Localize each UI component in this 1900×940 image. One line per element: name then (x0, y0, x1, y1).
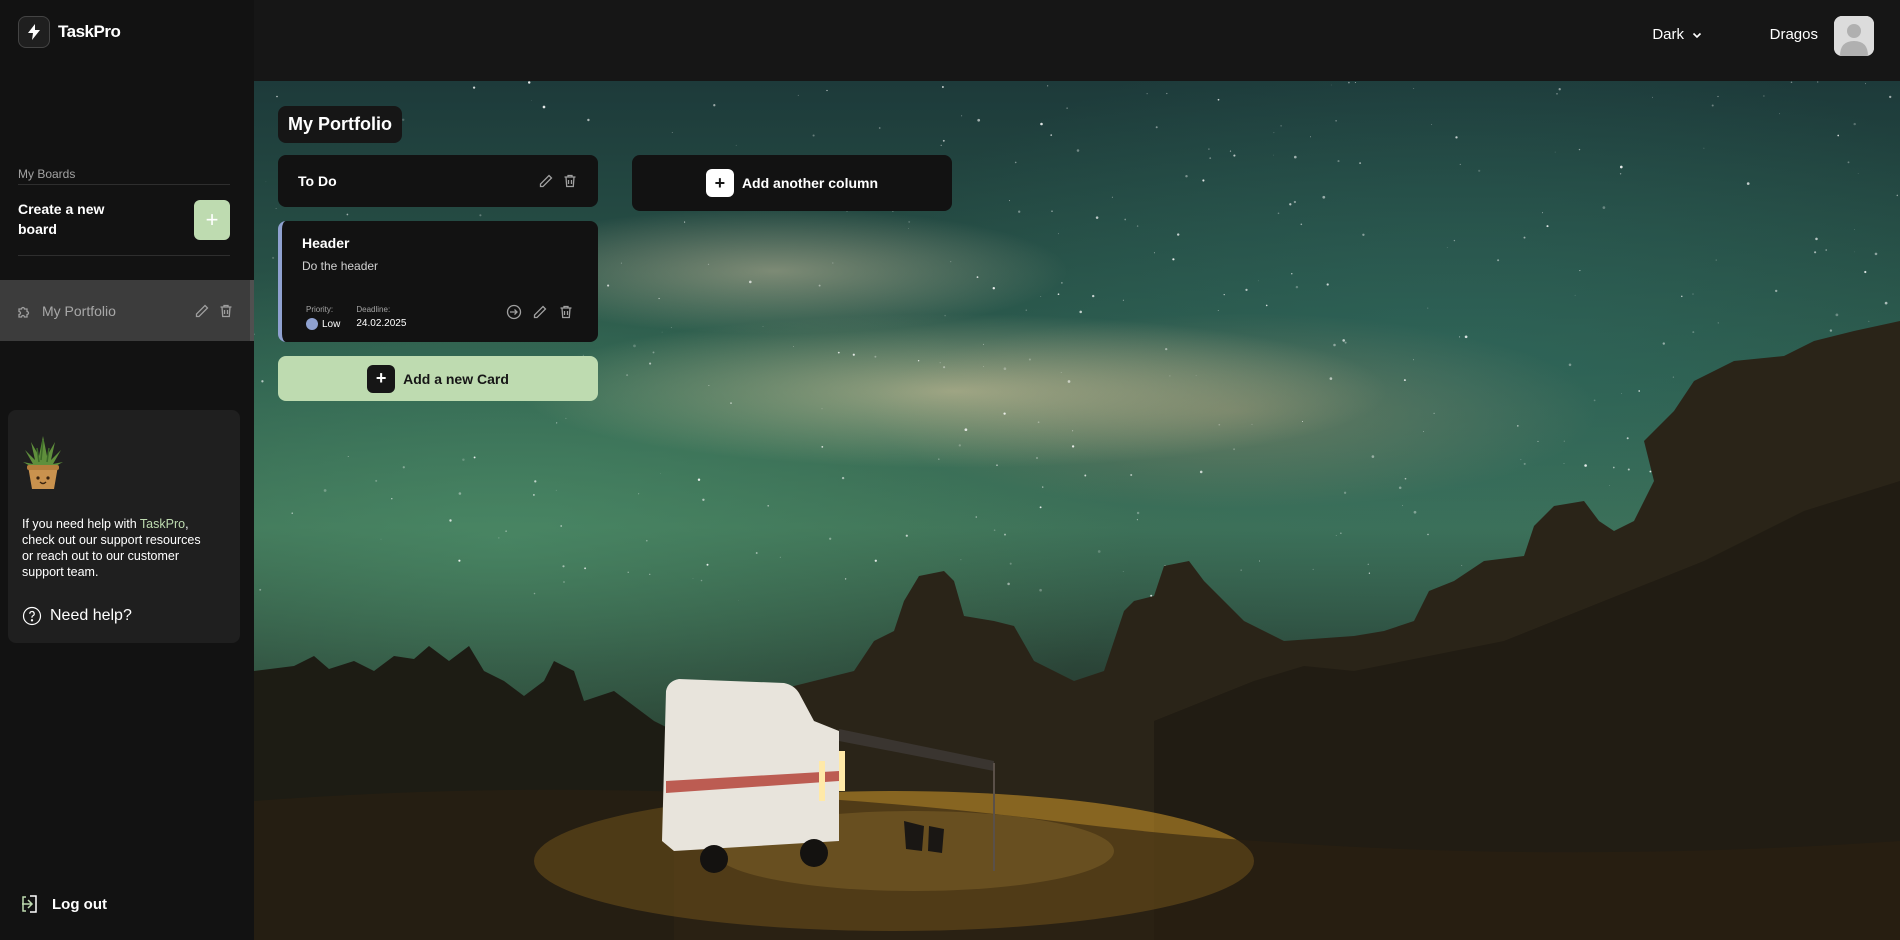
create-board-button[interactable]: + (194, 200, 230, 240)
task-card[interactable]: Header Do the header Priority: Low Deadl… (278, 221, 598, 342)
add-column-label: Add another column (741, 175, 879, 191)
add-column-button[interactable]: + Add another column (632, 155, 952, 211)
plus-icon: + (705, 169, 734, 197)
help-box: If you need help with TaskPro, check out… (8, 410, 240, 643)
help-text: If you need help with TaskPro, check out… (22, 517, 201, 579)
card-priority: Priority: Low (306, 305, 340, 330)
card-meta: Priority: Low Deadline: 24.02.2025 (306, 305, 406, 330)
column-header: To Do (278, 155, 598, 207)
taskpro-link[interactable]: TaskPro (140, 517, 185, 531)
divider (18, 184, 230, 185)
cactus-icon (22, 436, 64, 494)
create-board-label: Create a new board (18, 201, 105, 237)
app-name: TaskPro (58, 22, 121, 41)
my-boards-label: My Boards (18, 167, 76, 181)
help-circle-icon (22, 606, 42, 626)
sidebar-item-my-portfolio[interactable]: My Portfolio (0, 280, 254, 341)
sidebar: TaskPro My Boards Create a new board + M… (0, 0, 254, 940)
card-title: Header (302, 235, 350, 251)
need-help-label: Need help? (50, 607, 132, 624)
logout-icon (18, 893, 40, 915)
need-help-button[interactable]: Need help? (22, 606, 132, 626)
priority-dot (306, 318, 318, 330)
priority-value: Low (322, 318, 341, 330)
app-logo[interactable]: TaskPro (18, 16, 121, 48)
deadline-value: 24.02.2025 (356, 318, 407, 329)
board-area: My Portfolio To Do Header Do the header … (254, 81, 1900, 940)
plus-icon: + (367, 364, 396, 393)
divider (18, 255, 230, 256)
trash-icon[interactable] (558, 304, 574, 320)
user-name: Dragos (1769, 26, 1818, 43)
puzzle-icon (16, 303, 32, 319)
top-header: Dark Dragos (254, 0, 1900, 81)
lightning-icon (18, 16, 50, 48)
column-to-do: To Do Header Do the header Priority: Low (278, 155, 598, 401)
add-card-button[interactable]: + Add a new Card (278, 356, 598, 401)
logout-label: Log out (52, 895, 107, 913)
column-title: To Do (298, 173, 337, 189)
add-card-label: Add a new Card (403, 370, 509, 387)
deadline-label: Deadline: (356, 305, 391, 314)
trash-icon[interactable] (218, 303, 234, 319)
avatar[interactable] (1834, 16, 1874, 56)
move-card-icon[interactable] (506, 304, 522, 320)
board-title: My Portfolio (278, 106, 402, 143)
priority-label: Priority: (306, 305, 334, 314)
logout-button[interactable]: Log out (18, 893, 107, 915)
board-name: My Portfolio (42, 302, 116, 319)
pencil-icon[interactable] (194, 303, 210, 319)
card-description: Do the header (302, 259, 379, 273)
pencil-icon[interactable] (532, 304, 548, 320)
theme-value: Dark (1652, 26, 1684, 43)
pencil-icon[interactable] (538, 173, 554, 189)
chevron-down-icon (1690, 28, 1704, 42)
theme-dropdown[interactable]: Dark (1652, 26, 1704, 43)
card-deadline: Deadline: 24.02.2025 (356, 305, 406, 330)
trash-icon[interactable] (562, 173, 578, 189)
